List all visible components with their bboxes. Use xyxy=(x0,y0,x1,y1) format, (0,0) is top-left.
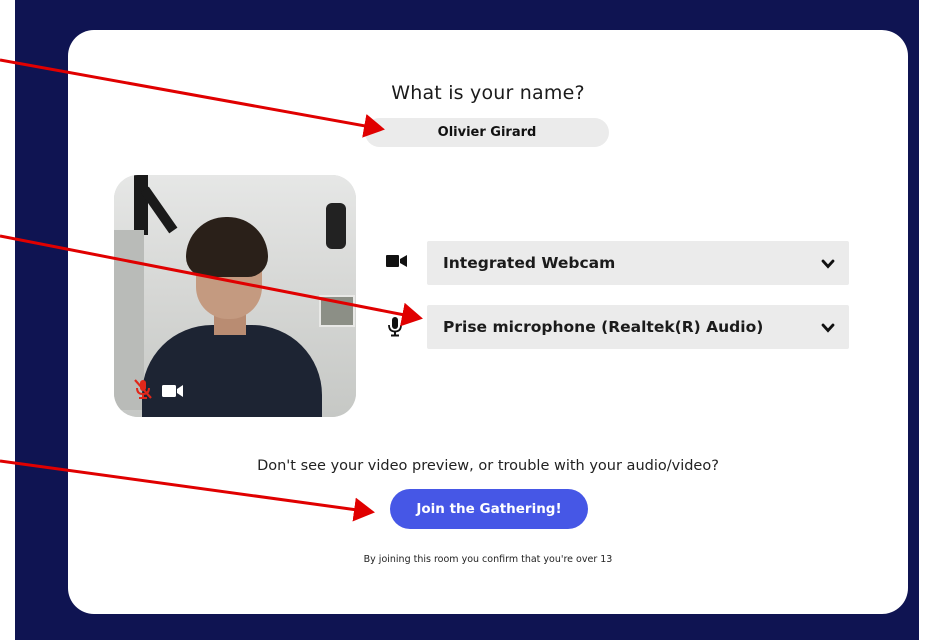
page-background: What is your name? Olivier Girard Integr… xyxy=(15,0,919,640)
name-input[interactable] xyxy=(365,118,609,147)
microphone-muted-icon[interactable] xyxy=(134,379,152,403)
join-gathering-button[interactable]: Join the Gathering! xyxy=(390,489,588,529)
video-preview xyxy=(114,175,356,417)
ceiling-beam xyxy=(134,175,148,235)
microphone-icon xyxy=(388,317,408,337)
av-troubleshoot-text: Don't see your video preview, or trouble… xyxy=(257,458,719,474)
camera-select[interactable]: Integrated Webcam xyxy=(427,241,849,285)
chevron-down-icon xyxy=(821,256,835,270)
person-body xyxy=(142,325,322,417)
camera-select-value: Integrated Webcam xyxy=(443,254,616,272)
microphone-select-value: Prise microphone (Realtek(R) Audio) xyxy=(443,318,764,336)
preview-speaker xyxy=(326,203,346,249)
age-confirmation-text: By joining this room you confirm that yo… xyxy=(363,554,613,565)
video-camera-icon[interactable] xyxy=(162,383,184,403)
microphone-select[interactable]: Prise microphone (Realtek(R) Audio) xyxy=(427,305,849,349)
video-camera-icon xyxy=(386,253,407,273)
chevron-down-icon xyxy=(821,320,835,334)
name-prompt-title: What is your name? xyxy=(391,82,585,104)
join-card: What is your name? Olivier Girard Integr… xyxy=(68,30,908,614)
preview-picture-frame xyxy=(319,295,355,327)
